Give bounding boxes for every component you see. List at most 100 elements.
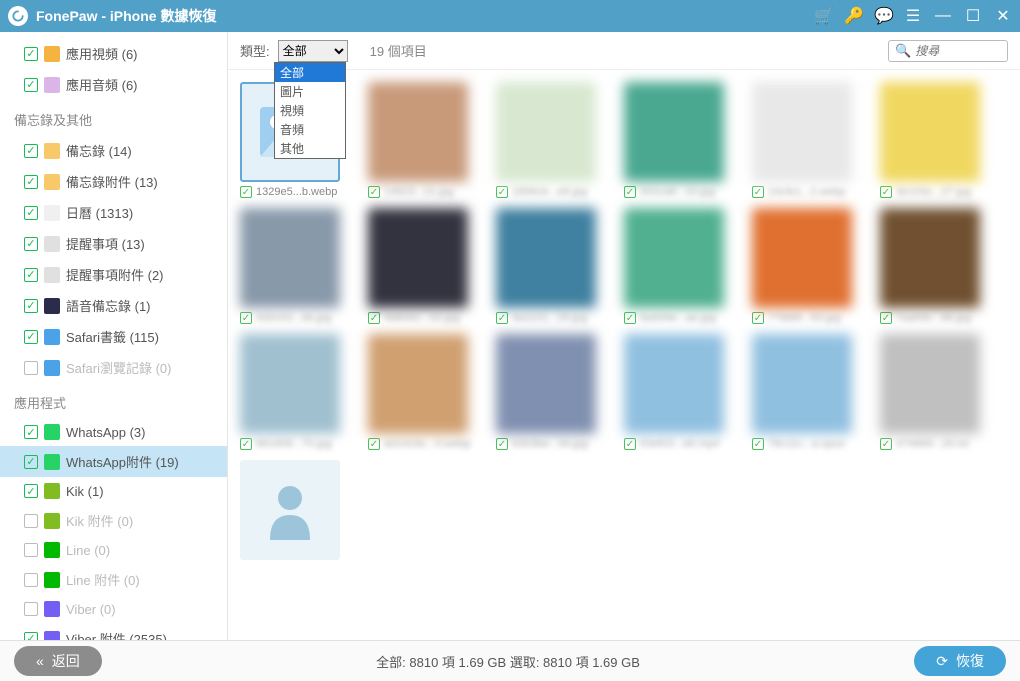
thumbnail-caption: 201ca6...10.jpg [624, 186, 734, 198]
search-box[interactable]: 🔍 [888, 40, 1008, 62]
back-button[interactable]: « 返回 [14, 646, 102, 676]
sidebar-item[interactable]: 提醒事項 (13) [0, 228, 227, 259]
sidebar-item[interactable]: 應用音頻 (6) [0, 69, 227, 100]
check-icon[interactable] [240, 438, 252, 450]
thumbnail-cell[interactable]: 7aa93c...86.jpg [880, 208, 990, 324]
recover-button[interactable]: ⟳ 恢復 [914, 646, 1006, 676]
close-icon[interactable]: ✕ [994, 6, 1012, 26]
thumbnail-cell[interactable] [240, 460, 350, 560]
checkbox[interactable] [24, 484, 38, 498]
sidebar-item[interactable]: 語音備忘錄 (1) [0, 290, 227, 321]
check-icon[interactable] [880, 438, 892, 450]
menu-icon[interactable]: ☰ [904, 6, 922, 26]
sidebar-item[interactable]: 應用視頻 (6) [0, 38, 227, 69]
check-icon[interactable] [880, 312, 892, 324]
thumbnail-cell[interactable]: 201ca6...10.jpg [624, 82, 734, 198]
checkbox[interactable] [24, 78, 38, 92]
thumbnail-cell[interactable]: 24cfe1...2.webp [752, 82, 862, 198]
sidebar-item[interactable]: Safari瀏覽記錄 (0) [0, 352, 227, 383]
thumbnail-filename: 498091...02.jpg [384, 312, 460, 324]
dropdown-option[interactable]: 全部 [275, 63, 345, 82]
thumbnail-cell[interactable]: 63ef03...e8.mp4 [624, 334, 734, 450]
thumbnail-cell[interactable]: 474889...26.txt [880, 334, 990, 450]
checkbox[interactable] [24, 361, 38, 375]
sidebar-item[interactable]: 備忘錄附件 (13) [0, 166, 227, 197]
check-icon[interactable] [368, 312, 380, 324]
thumbnail-cell[interactable]: 6303be...34.jpg [496, 334, 606, 450]
checkbox[interactable] [24, 206, 38, 220]
thumbnail-cell[interactable]: 498091...02.jpg [368, 208, 478, 324]
sidebar-item-label: Kik 附件 (0) [66, 511, 133, 530]
checkbox[interactable] [24, 425, 38, 439]
check-icon[interactable] [496, 186, 508, 198]
checkbox[interactable] [24, 237, 38, 251]
sidebar-item[interactable]: Line (0) [0, 536, 227, 564]
checkbox[interactable] [24, 602, 38, 616]
sidebar-item[interactable]: WhatsApp (3) [0, 418, 227, 446]
dropdown-option[interactable]: 視頻 [275, 101, 345, 120]
checkbox[interactable] [24, 299, 38, 313]
thumbnail-cell[interactable]: 4e2c01...29.jpg [496, 208, 606, 324]
check-icon[interactable] [624, 312, 636, 324]
thumbnail-caption: 24cfe1...2.webp [752, 186, 862, 198]
sidebar-item[interactable]: Kik 附件 (0) [0, 505, 227, 536]
sidebar-item[interactable]: Viber 附件 (2535) [0, 623, 227, 640]
sidebar-item[interactable]: Safari書籤 (115) [0, 321, 227, 352]
sidebar-item[interactable]: 日曆 (1313) [0, 197, 227, 228]
dropdown-option[interactable]: 圖片 [275, 82, 345, 101]
dropdown-option[interactable]: 音頻 [275, 120, 345, 139]
check-icon[interactable] [240, 312, 252, 324]
sidebar-item[interactable]: Line 附件 (0) [0, 564, 227, 595]
sidebar-item[interactable]: Kik (1) [0, 477, 227, 505]
check-icon[interactable] [496, 312, 508, 324]
sidebar-item[interactable]: 備忘錄 (14) [0, 135, 227, 166]
check-icon[interactable] [752, 186, 764, 198]
thumbnail [624, 82, 724, 182]
check-icon[interactable] [752, 312, 764, 324]
check-icon[interactable] [752, 438, 764, 450]
thumbnail-cell[interactable]: 1896cb...e8.jpg [496, 82, 606, 198]
thumbnail-cell[interactable]: 430c53...46.jpg [240, 208, 350, 324]
check-icon[interactable] [880, 186, 892, 198]
check-icon[interactable] [368, 186, 380, 198]
checkbox[interactable] [24, 455, 38, 469]
category-icon [44, 267, 60, 283]
checkbox[interactable] [24, 632, 38, 641]
thumbnail-cell[interactable]: 78c11c...a.opus [752, 334, 862, 450]
checkbox[interactable] [24, 573, 38, 587]
checkbox[interactable] [24, 543, 38, 557]
thumbnail-cell[interactable]: 6a949e...ae.jpg [624, 208, 734, 324]
dropdown-option[interactable]: 其他 [275, 139, 345, 158]
check-icon[interactable] [368, 438, 380, 450]
checkbox[interactable] [24, 175, 38, 189]
thumbnail [240, 208, 340, 308]
check-icon[interactable] [624, 438, 636, 450]
thumbnail-cell[interactable]: 3e103c...27.jpg [880, 82, 990, 198]
thumbnail-filename: 474889...26.txt [896, 438, 969, 450]
search-input[interactable] [915, 44, 995, 58]
sidebar-item[interactable]: Viber (0) [0, 595, 227, 623]
type-select[interactable]: 全部 [278, 40, 348, 62]
check-icon[interactable] [240, 186, 252, 198]
checkbox[interactable] [24, 47, 38, 61]
thumbnail-cell[interactable]: 14923...21.jpg [368, 82, 478, 198]
thumbnail-caption: 3e103c...27.jpg [880, 186, 990, 198]
sidebar-item[interactable]: 提醒事項附件 (2) [0, 259, 227, 290]
feedback-icon[interactable]: 💬 [874, 6, 892, 26]
cart-icon[interactable]: 🛒 [814, 6, 832, 26]
thumbnail-cell[interactable]: 77886f...63.jpg [752, 208, 862, 324]
maximize-icon[interactable]: ☐ [964, 6, 982, 26]
thumbnail-caption: 78c11c...a.opus [752, 438, 862, 450]
checkbox[interactable] [24, 268, 38, 282]
thumbnail-cell[interactable]: 861808...70.jpg [240, 334, 350, 450]
check-icon[interactable] [496, 438, 508, 450]
sidebar-item[interactable]: WhatsApp附件 (19) [0, 446, 227, 477]
checkbox[interactable] [24, 514, 38, 528]
check-icon[interactable] [624, 186, 636, 198]
thumbnail-filename: 6a949e...ae.jpg [640, 312, 716, 324]
thumbnail-cell[interactable]: a01419c...0.webp [368, 334, 478, 450]
checkbox[interactable] [24, 330, 38, 344]
minimize-icon[interactable]: — [934, 7, 952, 25]
checkbox[interactable] [24, 144, 38, 158]
key-icon[interactable]: 🔑 [844, 6, 862, 26]
